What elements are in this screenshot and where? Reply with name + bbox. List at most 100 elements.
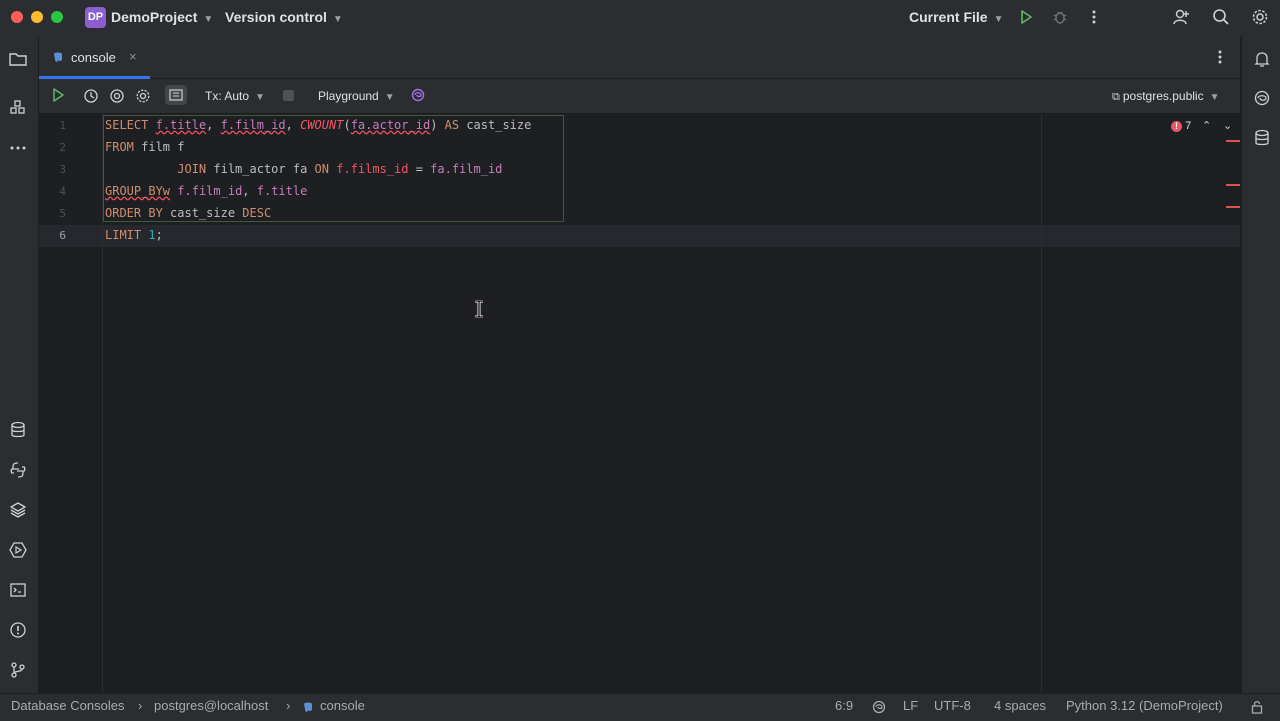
transaction-mode-dropdown[interactable]: Tx: Auto ▼ (205, 89, 265, 103)
more-actions-icon[interactable] (1086, 9, 1102, 25)
previous-error-icon[interactable]: ⌃ (1202, 119, 1211, 132)
line-number: 6 (59, 229, 66, 242)
chevron-down-icon: ▼ (384, 92, 395, 103)
breadcrumb-database-consoles[interactable]: Database Consoles (11, 698, 124, 713)
breadcrumb-console[interactable]: console (320, 698, 365, 713)
maximize-window-button[interactable] (51, 11, 63, 23)
file-encoding[interactable]: UTF-8 (934, 698, 971, 713)
console-toolbar: Tx: Auto ▼ Playground ▼ ⧉ postgres.public ▼ (39, 79, 1240, 113)
line-number: 1 (59, 119, 66, 132)
column-ref-error: f.films_id (336, 162, 409, 176)
title-bar: DP DemoProject ▼ Version control ▼ Current… (0, 0, 1280, 36)
git-branch-icon[interactable] (8, 661, 28, 679)
python-console-icon[interactable] (8, 461, 28, 479)
playground-dropdown[interactable]: Playground ▼ (318, 89, 395, 103)
error-icon: ! (1171, 121, 1182, 132)
caret-position[interactable]: 6:9 (835, 698, 853, 713)
error-stripe-mark[interactable] (1226, 206, 1240, 208)
code-line-5: ORDER BY cast_size DESC (105, 206, 271, 220)
next-error-icon[interactable]: ⌄ (1223, 119, 1232, 132)
error-count: 7 (1185, 120, 1192, 132)
number-literal: 1 (148, 228, 156, 242)
column-ref: f.film_id (177, 184, 243, 198)
settings-gear-icon[interactable] (1251, 8, 1269, 26)
keyword: LIMIT (105, 228, 142, 242)
chevron-down-icon: ▼ (332, 14, 343, 25)
keyword: ORDER BY (105, 206, 163, 220)
ai-assistant-icon[interactable] (1252, 89, 1272, 107)
project-name: DemoProject (111, 9, 198, 25)
error-indicator[interactable]: ! 7 (1171, 120, 1191, 132)
structure-icon[interactable] (8, 99, 28, 117)
more-tools-icon[interactable] (8, 139, 28, 157)
keyword: FROM (105, 140, 134, 154)
keyword-error: GROUP_BYw (105, 184, 171, 198)
search-icon[interactable] (1212, 8, 1230, 26)
lock-icon[interactable] (1250, 700, 1264, 714)
column-ref: fa.film_id (430, 162, 503, 176)
schema-selector[interactable]: ⧉ postgres.public ▼ (1112, 89, 1219, 104)
explain-plan-icon[interactable] (109, 88, 125, 104)
editor-tab-bar: console × (39, 36, 1240, 79)
ai-status-icon[interactable] (872, 700, 886, 714)
column-ref: f.film_id (220, 118, 286, 132)
run-icon[interactable] (1018, 9, 1034, 25)
services-icon[interactable] (8, 541, 28, 559)
run-config-label: Current File (909, 9, 988, 25)
history-icon[interactable] (83, 88, 99, 104)
code-text: ; (155, 228, 163, 242)
error-stripe-mark[interactable] (1226, 184, 1240, 186)
close-window-button[interactable] (11, 11, 23, 23)
tx-label: Tx: Auto (205, 89, 250, 103)
python-interpreter[interactable]: Python 3.12 (DemoProject) (1066, 698, 1223, 713)
notifications-bell-icon[interactable] (1252, 50, 1272, 68)
terminal-icon[interactable] (8, 581, 28, 599)
stop-icon[interactable] (283, 90, 294, 101)
code-text: , (206, 118, 221, 132)
problems-icon[interactable] (8, 621, 28, 639)
project-folder-icon[interactable] (8, 50, 28, 68)
tab-console[interactable]: console × (39, 36, 151, 79)
keyword: ON (314, 162, 329, 176)
alias: cast_size (459, 118, 532, 132)
run-config-selector[interactable]: Current File ▼ (909, 9, 1003, 25)
line-number: 2 (59, 141, 66, 154)
keyword: AS (444, 118, 460, 132)
project-badge[interactable]: DP (85, 7, 106, 28)
code-text: , (285, 118, 301, 132)
layers-icon[interactable] (8, 501, 28, 519)
layout-toggle-icon[interactable] (165, 85, 187, 105)
project-selector[interactable]: DemoProject ▼ (111, 9, 213, 25)
minimize-window-button[interactable] (31, 11, 43, 23)
execute-icon[interactable] (51, 88, 65, 102)
tab-options-icon[interactable] (1213, 50, 1227, 64)
chevron-right-icon: › (286, 698, 291, 713)
code-text: , (242, 184, 257, 198)
chevron-down-icon: ▼ (203, 14, 214, 25)
vcs-selector[interactable]: Version control ▼ (225, 9, 343, 25)
column-ref: fa.actor_id (350, 118, 431, 132)
right-tool-strip (1241, 36, 1280, 693)
line-number: 4 (59, 185, 66, 198)
column-ref: f.title (256, 184, 308, 198)
column-ref: f.title (155, 118, 207, 132)
text-cursor-icon (474, 299, 484, 323)
error-stripe-mark[interactable] (1226, 140, 1240, 142)
chevron-down-icon: ▼ (1209, 92, 1220, 103)
alias: cast_size (162, 206, 243, 220)
close-tab-icon[interactable]: × (129, 49, 137, 64)
code-line-3: JOIN film_actor fa ON f.films_id = fa.fi… (105, 162, 502, 176)
add-user-icon[interactable] (1172, 8, 1190, 26)
indent-setting[interactable]: 4 spaces (994, 698, 1046, 713)
database-explorer-icon[interactable] (8, 421, 28, 439)
console-settings-icon[interactable] (135, 88, 151, 104)
ai-swirl-icon[interactable] (411, 88, 425, 102)
playground-label: Playground (318, 89, 379, 103)
debug-icon[interactable] (1052, 9, 1068, 25)
database-icon[interactable] (1252, 129, 1272, 147)
function-call-error: CWOUNT (300, 118, 344, 132)
line-separator[interactable]: LF (903, 698, 918, 713)
breadcrumb-datasource[interactable]: postgres@localhost (154, 698, 268, 713)
code-text: = (408, 162, 431, 176)
